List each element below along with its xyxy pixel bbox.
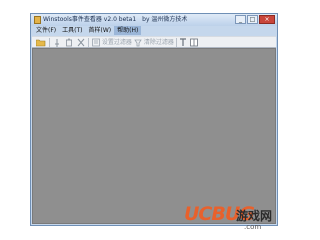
watermark-domain: .com <box>244 223 262 231</box>
toolbar-separator <box>88 38 89 47</box>
menu-tools[interactable]: 工具(T) <box>59 26 85 35</box>
close-button[interactable]: × <box>259 15 275 24</box>
ucbug-watermark-logo: UCBUG 游戏网 .com <box>184 201 280 235</box>
menu-file[interactable]: 文件(F) <box>33 26 59 35</box>
menu-bar: 文件(F) 工具(T) 首样(W) 帮助(H) <box>33 26 275 35</box>
main-content-area[interactable] <box>32 48 276 224</box>
clear-filter-label: 清除过滤器 <box>143 39 174 46</box>
text-icon[interactable] <box>179 38 187 47</box>
window-title-text: Winstools事件查看器 v2.0 beta1 <box>43 16 137 23</box>
window-title: Winstools事件查看器 v2.0 beta1 by 温州微方技术 <box>43 15 187 25</box>
clear-filter-icon <box>134 39 142 47</box>
open-folder-icon[interactable] <box>35 38 46 47</box>
minimize-button[interactable]: _ <box>235 15 246 24</box>
toolbar: 设置过滤器 清除过滤器 <box>32 36 276 48</box>
menu-window[interactable]: 首样(W) <box>86 26 115 35</box>
set-filter-button[interactable]: 设置过滤器 <box>92 38 132 47</box>
pin-icon[interactable] <box>53 38 61 47</box>
watermark-cn: 游戏网 <box>236 209 273 223</box>
title-bar[interactable]: Winstools事件查看器 v2.0 beta1 by 温州微方技术 _ □ × <box>31 14 277 26</box>
app-icon <box>34 16 41 24</box>
set-filter-label: 设置过滤器 <box>101 39 132 46</box>
maximize-button[interactable]: □ <box>247 15 258 24</box>
menu-help[interactable]: 帮助(H) <box>114 26 142 35</box>
filter-icon <box>92 38 100 47</box>
clear-filter-button[interactable]: 清除过滤器 <box>134 38 174 47</box>
delete-icon[interactable] <box>65 38 73 47</box>
app-window: Winstools事件查看器 v2.0 beta1 by 温州微方技术 _ □ ×… <box>30 13 278 226</box>
window-title-suffix: by 温州微方技术 <box>142 16 188 23</box>
toolbar-separator <box>176 38 177 47</box>
cancel-icon[interactable] <box>77 38 85 47</box>
toolbar-separator <box>49 38 50 47</box>
columns-icon[interactable] <box>190 38 198 47</box>
